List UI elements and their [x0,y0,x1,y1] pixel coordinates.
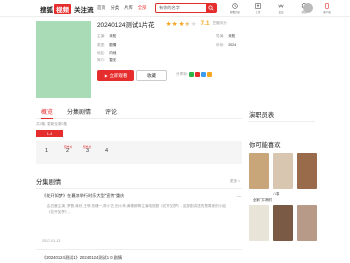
recommend-thumb[interactable] [273,153,293,189]
article-title[interactable]: 《20240124测试1》20240124测试1 0 剧情 [42,255,122,261]
info-label: 地区: [97,51,106,55]
thumb-label: 八零 [273,192,280,196]
synopsis: 简介: 暂无 [97,58,116,63]
rating: 7.1 豆瓣评分 [166,20,227,27]
logo-main: 搜狐 [40,7,53,14]
collect-button[interactable]: 收藏 [136,70,167,81]
top-header: 搜狐 视频 关注流 首页 分类 片库 全部 有你的名字 观看历史 上传 会员 消… [0,0,350,17]
tab-episode-plot[interactable]: 分集剧情 [67,107,91,119]
logo-red: 视频 [54,4,71,14]
episode-item[interactable]: 4 [105,148,108,154]
recommend-thumb[interactable] [297,205,317,241]
star-icon [172,21,178,26]
section-title: 分集剧情 [36,179,62,186]
section-more-link[interactable]: 更多 > [230,179,240,184]
vip-button[interactable]: 会员 [272,3,290,15]
search-icon [208,5,214,11]
score: 7.1 [200,20,210,27]
content-tabs: 概览 分集剧情 评论 [36,107,242,119]
episode-item[interactable]: 1 [45,148,48,154]
collect-label: 收藏 [147,72,156,78]
poster-image[interactable] [36,21,91,98]
share-label: 分享到: [176,72,188,76]
star-icon [166,21,172,26]
article-title[interactable]: 《花开如梦》在襄凉举行时乐大型“宣传”重庆 [42,193,124,199]
info-row-region: 地区: 内地 [97,51,116,56]
main-nav: 首页 分类 片库 全部 [97,5,146,11]
info-label: 年份: [216,43,225,47]
thumb-label: 全家门口杨村 [253,198,273,202]
upload-label: 上传 [255,11,261,14]
star-icon [178,21,184,26]
search-button[interactable] [206,4,216,12]
info-row-cast: 主演: 未知 [97,34,116,39]
info-value[interactable]: 未知 [228,34,235,38]
episode-item[interactable]: 3 [86,148,89,154]
score-label: 豆瓣评分 [212,21,227,25]
info-row-director: 导演: 未知 [216,34,235,39]
info-label: 类型: [97,43,106,47]
info-row-genre: 类型: 剧情 [97,43,116,48]
upload-icon [255,3,261,9]
info-label: 主演: [97,34,106,38]
star-half-icon [185,21,191,26]
episode-range-pill[interactable]: 1-4 [36,130,63,137]
page-title: 20240124测试1片花 [97,22,155,29]
synopsis-label: 简介: [97,58,106,62]
article-date: 2017-01-13 [42,239,61,243]
app-icon [325,3,329,9]
wechat-icon[interactable] [189,72,194,77]
info-value[interactable]: 内地 [109,51,116,55]
slogan[interactable]: 关注流 [74,4,94,14]
nav-all[interactable]: 全部 [138,5,147,11]
info-value[interactable]: 剧情 [109,43,116,47]
synopsis-value: 暂无 [109,58,117,62]
episode-item[interactable]: 2 [66,148,69,154]
avatar[interactable] [303,3,313,13]
qq-icon[interactable] [201,72,206,77]
vip-label: 会员 [278,11,284,14]
history-label: 观看历史 [229,11,240,14]
watch-now-button[interactable]: 立即观看 [97,70,134,81]
star-empty-icon [191,21,197,26]
divider [36,249,242,250]
recommend-thumb[interactable] [249,205,269,241]
search-input[interactable]: 有你的名字 [156,5,206,11]
nav-library[interactable]: 片库 [124,5,133,11]
history-icon [232,3,238,9]
vip-icon [278,4,284,8]
recommend-thumb[interactable] [249,153,269,189]
search-box[interactable]: 有你的名字 [155,3,217,13]
divider [36,188,242,189]
nav-home[interactable]: 首页 [97,5,106,11]
recommend-title: 你可能喜欢 [249,142,281,149]
episodes-note: 共4集, 更新至第2集 [36,122,68,126]
play-icon [104,73,108,78]
qzone-icon[interactable] [207,72,212,77]
header-icons: 观看历史 上传 会员 消息 客户端 [226,3,336,15]
nav-category[interactable]: 分类 [111,5,120,11]
history-button[interactable]: 观看历史 [226,3,244,15]
info-value: 2024 [228,43,237,47]
app-button[interactable]: 客户端 [318,3,336,15]
watch-now-label: 立即观看 [109,72,128,78]
divider [248,121,315,122]
cast-title: 演职员表 [249,112,275,119]
recommend-thumb[interactable] [273,205,293,241]
info-label: 导演: [216,34,225,38]
info-row-year: 年份: 2024 [216,43,236,48]
article-text: 由白鹿主演, 罗晋,蒋欣,王菲,张峰一,陈小艺,田小禾,黄秦朗等主演电视剧《花开… [47,204,226,214]
upload-button[interactable]: 上传 [249,3,267,15]
info-value[interactable]: 未知 [109,34,116,38]
article-collapse[interactable]: — [237,194,241,199]
weibo-icon[interactable] [195,72,200,77]
app-label: 客户端 [323,11,331,14]
recommend-thumb[interactable] [297,153,317,189]
share-bar: 分享到: [176,72,212,77]
tab-comments[interactable]: 评论 [105,107,117,119]
tab-overview[interactable]: 概览 [41,107,54,119]
logo[interactable]: 搜狐 视频 关注流 [40,4,94,14]
